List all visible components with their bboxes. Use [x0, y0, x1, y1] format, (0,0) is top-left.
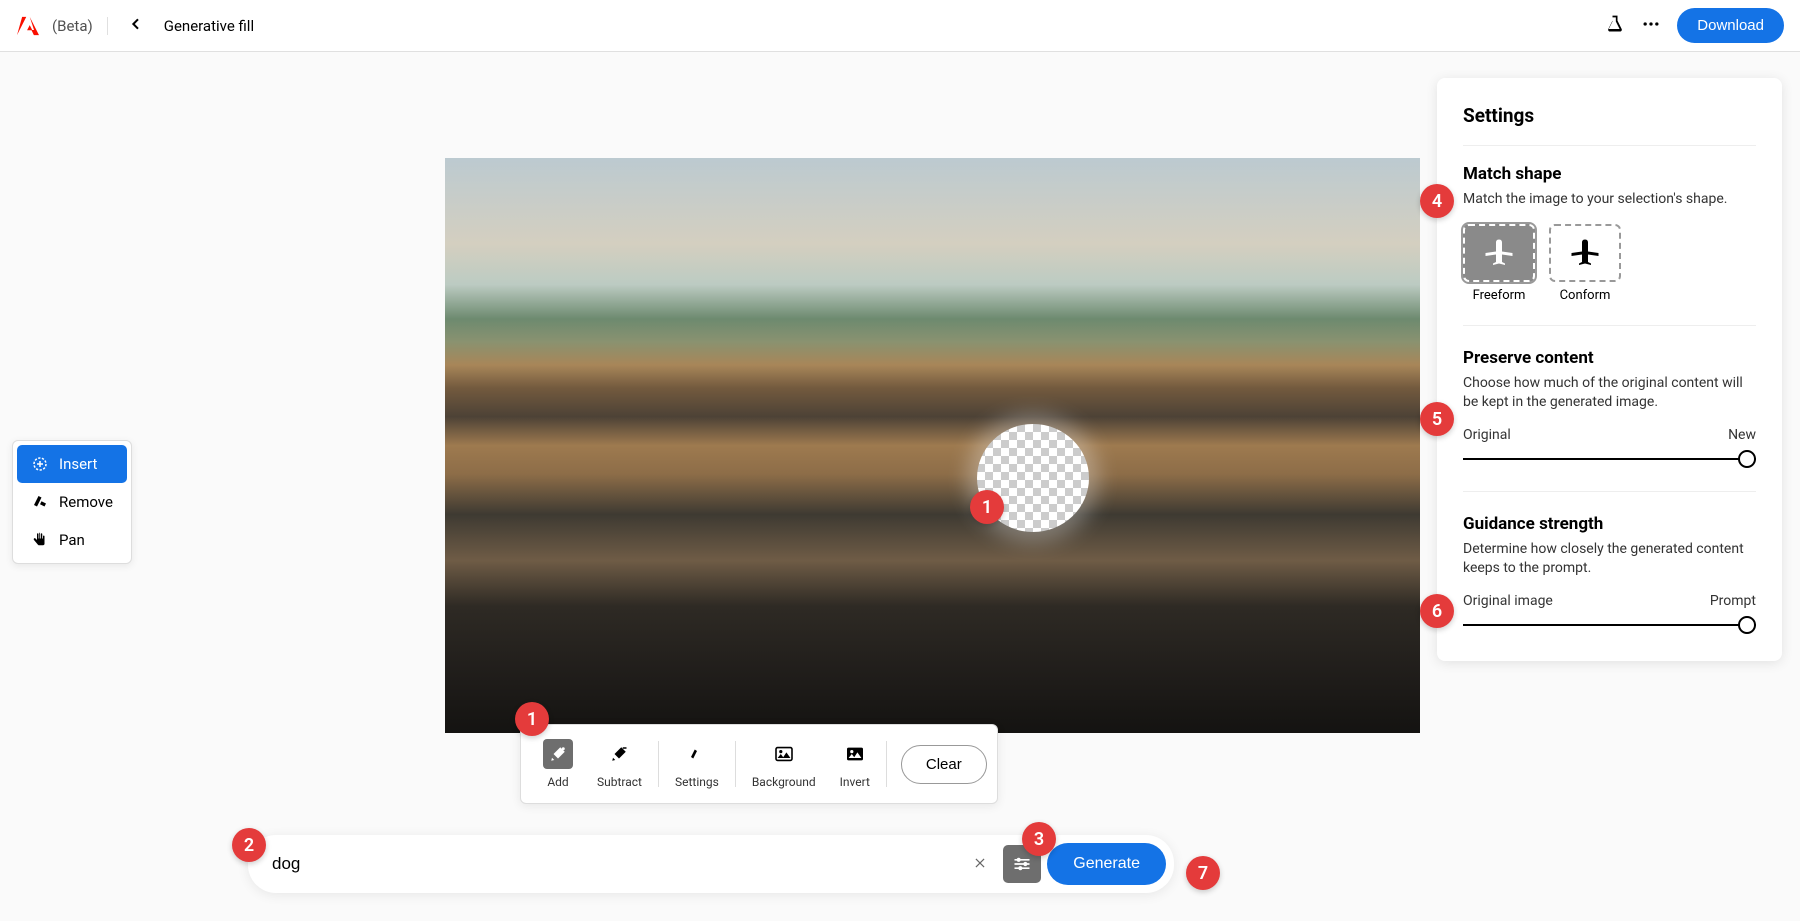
- divider: [658, 741, 659, 787]
- match-shape-section: Match shape Match the image to your sele…: [1463, 164, 1756, 326]
- divider: [886, 741, 887, 787]
- preserve-left-label: Original: [1463, 427, 1511, 443]
- page-title: Generative fill: [164, 17, 254, 35]
- canvas[interactable]: [445, 158, 1420, 733]
- remove-label: Remove: [59, 493, 113, 511]
- prompt-input[interactable]: [272, 854, 963, 874]
- guidance-left-label: Original image: [1463, 593, 1553, 609]
- subtract-brush[interactable]: Subtract: [585, 733, 654, 795]
- freeform-thumb: [1463, 224, 1535, 282]
- insert-icon: [31, 455, 49, 473]
- callout-4: 4: [1420, 184, 1454, 218]
- header: (Beta) Generative fill Download: [0, 0, 1800, 52]
- conform-label: Conform: [1560, 288, 1611, 303]
- sliders-icon: [1012, 854, 1032, 874]
- invert-icon: [840, 739, 870, 769]
- guidance-title: Guidance strength: [1463, 514, 1756, 534]
- callout-6: 6: [1420, 594, 1454, 628]
- pan-tool[interactable]: Pan: [17, 521, 127, 559]
- plane-icon: [1567, 235, 1603, 271]
- callout-1a: 1: [970, 490, 1004, 524]
- remove-icon: [31, 493, 49, 511]
- left-toolbar: Insert Remove Pan: [12, 440, 132, 564]
- download-button[interactable]: Download: [1677, 8, 1784, 43]
- pan-icon: [31, 531, 49, 549]
- beta-label: (Beta): [52, 17, 108, 35]
- brush-settings-icon: [682, 739, 712, 769]
- clear-prompt-button[interactable]: [963, 849, 997, 880]
- match-shape-desc: Match the image to your selection's shap…: [1463, 190, 1756, 210]
- guidance-right-label: Prompt: [1710, 593, 1756, 609]
- freeform-label: Freeform: [1473, 288, 1526, 303]
- brush-settings[interactable]: Settings: [663, 733, 731, 795]
- brush-toolbar: Add Subtract Settings Background Invert …: [520, 724, 998, 804]
- divider: [735, 741, 736, 787]
- callout-2: 2: [232, 828, 266, 862]
- labs-icon[interactable]: [1605, 14, 1625, 38]
- freeform-option[interactable]: Freeform: [1463, 224, 1535, 303]
- callout-3: 3: [1022, 822, 1056, 856]
- plane-icon: [1481, 235, 1517, 271]
- conform-thumb: [1549, 224, 1621, 282]
- guidance-slider[interactable]: [1463, 615, 1756, 635]
- subtract-brush-label: Subtract: [597, 775, 642, 789]
- preserve-desc: Choose how much of the original content …: [1463, 374, 1756, 413]
- back-button[interactable]: [120, 12, 152, 40]
- header-left: (Beta) Generative fill: [16, 12, 254, 40]
- add-brush[interactable]: Add: [531, 733, 585, 795]
- subtract-brush-icon: [604, 739, 634, 769]
- more-icon[interactable]: [1641, 14, 1661, 38]
- guidance-section: Guidance strength Determine how closely …: [1463, 514, 1756, 635]
- preserve-right-label: New: [1728, 427, 1756, 443]
- add-brush-icon: [543, 739, 573, 769]
- background-icon: [769, 739, 799, 769]
- pan-label: Pan: [59, 531, 85, 549]
- preserve-title: Preserve content: [1463, 348, 1756, 368]
- insert-tool[interactable]: Insert: [17, 445, 127, 483]
- insert-label: Insert: [59, 455, 97, 473]
- conform-option[interactable]: Conform: [1549, 224, 1621, 303]
- remove-tool[interactable]: Remove: [17, 483, 127, 521]
- settings-title: Settings: [1463, 104, 1756, 146]
- invert-label: Invert: [840, 775, 870, 789]
- callout-1b: 1: [515, 702, 549, 736]
- generate-button[interactable]: Generate: [1047, 843, 1166, 885]
- add-brush-label: Add: [547, 775, 568, 789]
- adobe-logo-icon[interactable]: [16, 14, 40, 38]
- clear-button[interactable]: Clear: [901, 745, 987, 784]
- close-icon: [973, 856, 987, 870]
- match-shape-title: Match shape: [1463, 164, 1756, 184]
- guidance-desc: Determine how closely the generated cont…: [1463, 540, 1756, 579]
- callout-7: 7: [1186, 856, 1220, 890]
- brush-settings-label: Settings: [675, 775, 719, 789]
- preserve-slider[interactable]: [1463, 449, 1756, 469]
- settings-panel: Settings Match shape Match the image to …: [1437, 78, 1782, 661]
- invert-select[interactable]: Invert: [828, 733, 882, 795]
- header-right: Download: [1605, 8, 1784, 43]
- background-select[interactable]: Background: [740, 733, 828, 795]
- background-label: Background: [752, 775, 816, 789]
- callout-5: 5: [1420, 402, 1454, 436]
- preserve-section: Preserve content Choose how much of the …: [1463, 348, 1756, 492]
- chevron-left-icon: [128, 16, 144, 32]
